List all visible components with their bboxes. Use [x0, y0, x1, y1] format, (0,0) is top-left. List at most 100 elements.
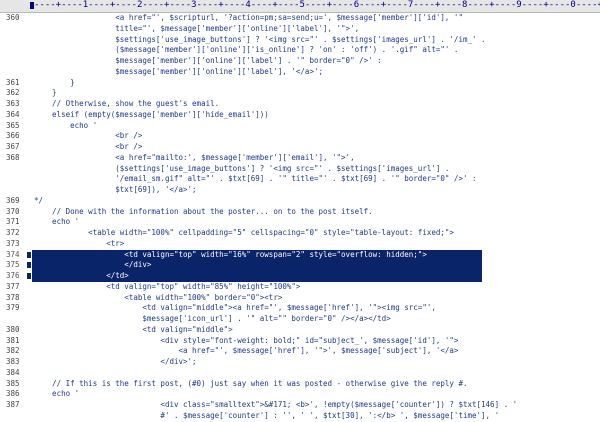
- code-text[interactable]: ($settings['use_image_buttons'] ? '<img …: [34, 164, 449, 175]
- line-number: 380: [6, 324, 20, 334]
- code-line[interactable]: 374 <td valign="top" width="16%" rowspan…: [0, 249, 600, 261]
- line-number: 384: [6, 367, 20, 377]
- code-text[interactable]: */: [34, 196, 43, 207]
- line-number: 360: [6, 13, 20, 22]
- code-text[interactable]: echo ': [34, 121, 97, 132]
- line-number: 361: [6, 77, 20, 87]
- code-text[interactable]: elseif (empty($message['member']['hide_e…: [34, 110, 269, 121]
- line-number: 374: [6, 249, 20, 259]
- code-line[interactable]: 379 <td valign="middle"><a href="', $mes…: [0, 303, 600, 314]
- code-text[interactable]: }: [34, 78, 75, 89]
- code-text[interactable]: '/email_sm.gif" alt="' . $txt[69] . '" t…: [34, 174, 476, 185]
- code-text[interactable]: </td>: [34, 271, 129, 282]
- line-number: 363: [6, 99, 20, 108]
- line-number: 386: [6, 389, 20, 399]
- line-number: 369: [6, 195, 20, 205]
- code-line[interactable]: $message['icon_url'] . '" alt="" border=…: [0, 314, 600, 325]
- code-line[interactable]: 383 </div>';: [0, 357, 600, 368]
- code-text[interactable]: title="', $message['member']['online']['…: [34, 24, 359, 35]
- code-line[interactable]: 380 <td valign="middle">: [0, 325, 600, 336]
- code-line[interactable]: 362 }: [0, 88, 600, 99]
- line-number: 372: [6, 228, 20, 237]
- code-text[interactable]: <br />: [34, 131, 142, 142]
- code-line[interactable]: $message['member']['online']['label'] . …: [0, 56, 600, 67]
- code-line[interactable]: 377 <td valign="top" width="85%" height=…: [0, 282, 600, 293]
- column-ruler: ----+----1----+----2----+----3----+----4…: [0, 0, 600, 13]
- code-text[interactable]: echo ': [34, 389, 79, 400]
- line-number: 378: [6, 292, 20, 302]
- code-text[interactable]: $message['member']['online']['label'], '…: [34, 67, 323, 78]
- code-line[interactable]: 368 <a href="mailto:', $message['member'…: [0, 153, 600, 164]
- code-text[interactable]: <td valign="top" width="16%" rowspan="2"…: [34, 250, 427, 261]
- code-text[interactable]: <a href="', $message['href'], '">', $mes…: [34, 346, 458, 357]
- line-number: 367: [6, 142, 20, 151]
- code-text[interactable]: // Otherwise, show the guest's email.: [34, 99, 219, 110]
- line-number: 385: [6, 378, 20, 388]
- line-number: 377: [6, 281, 20, 291]
- line-number: 362: [6, 88, 20, 98]
- code-line[interactable]: '/email_sm.gif" alt="' . $txt[69] . '" t…: [0, 174, 600, 185]
- code-line[interactable]: 371 echo ': [0, 217, 600, 228]
- code-line[interactable]: 387 <div class="smalltext">&#171; <b>', …: [0, 400, 600, 411]
- code-text[interactable]: // Done with the information about the p…: [34, 207, 373, 218]
- line-number: 370: [6, 206, 20, 216]
- code-text[interactable]: <a href="mailto:', $message['member']['e…: [34, 153, 354, 164]
- code-text[interactable]: <br />: [34, 142, 142, 153]
- code-line[interactable]: 363 // Otherwise, show the guest's email…: [0, 99, 600, 110]
- code-text[interactable]: <div style="font-weight: bold;" id="subj…: [34, 336, 458, 347]
- ruler-scale: ----+----1----+----2----+----3----+----4…: [34, 0, 600, 10]
- code-line[interactable]: 385 // If this is the first post, (#0) j…: [0, 379, 600, 390]
- line-number: 382: [6, 346, 20, 356]
- code-text[interactable]: $txt[69]), '</a>';: [34, 185, 196, 196]
- line-number: 364: [6, 109, 20, 119]
- code-line[interactable]: 361 }: [0, 78, 600, 89]
- code-line[interactable]: 373 <tr>: [0, 239, 600, 250]
- code-line[interactable]: 367 <br />: [0, 142, 600, 153]
- code-line[interactable]: 386 echo ': [0, 389, 600, 400]
- code-line[interactable]: 366 <br />: [0, 131, 600, 142]
- code-text[interactable]: <td valign="middle"><a href="', $message…: [34, 303, 436, 314]
- code-line[interactable]: $txt[69]), '</a>';: [0, 185, 600, 196]
- line-number: 375: [6, 260, 20, 270]
- code-line[interactable]: ($message['member']['online']['is_online…: [0, 45, 600, 56]
- code-text[interactable]: <tr>: [34, 239, 124, 250]
- code-line[interactable]: 372 <table width="100%" cellpadding="5" …: [0, 228, 600, 239]
- code-text[interactable]: $message['member']['online']['label'] . …: [34, 56, 381, 67]
- code-text[interactable]: $message['icon_url'] . '" alt="" border=…: [34, 314, 390, 325]
- code-editor[interactable]: 360 <a href="', $scripturl, '?action=pm;…: [0, 13, 600, 420]
- code-line[interactable]: #' . $message['counter'] : '', ' ', $txt…: [0, 411, 600, 422]
- line-number: 376: [6, 271, 20, 280]
- code-line[interactable]: 381 <div style="font-weight: bold;" id="…: [0, 336, 600, 347]
- code-line[interactable]: 378 <table width="100%" border="0"><tr>: [0, 293, 600, 304]
- code-text[interactable]: </div>: [34, 260, 151, 271]
- line-number: 371: [6, 217, 20, 227]
- code-text[interactable]: #' . $message['counter'] : '', ' ', $txt…: [34, 411, 499, 422]
- code-text[interactable]: echo ': [34, 217, 79, 228]
- code-text[interactable]: $settings['use_image_buttons'] ? '<img s…: [34, 35, 485, 46]
- code-text[interactable]: <table width="100%" cellpadding="5" cell…: [34, 228, 454, 239]
- code-line[interactable]: 382 <a href="', $message['href'], '">', …: [0, 346, 600, 357]
- code-text[interactable]: // If this is the first post, (#0) just …: [34, 379, 467, 390]
- code-line[interactable]: 369 */: [0, 196, 600, 207]
- code-line[interactable]: 376 </td>: [0, 271, 600, 282]
- code-line[interactable]: 384: [0, 368, 600, 379]
- code-line[interactable]: $message['member']['online']['label'], '…: [0, 67, 600, 78]
- code-line[interactable]: 360 <a href="', $scripturl, '?action=pm;…: [0, 13, 600, 24]
- line-number: 379: [6, 303, 20, 313]
- code-text[interactable]: <td valign="top" width="85%" height="100…: [34, 282, 300, 293]
- code-text[interactable]: <table width="100%" border="0"><tr>: [34, 293, 282, 304]
- line-number: 368: [6, 152, 20, 162]
- code-text[interactable]: ($message['member']['online']['is_online…: [34, 45, 458, 56]
- code-text[interactable]: <div class="smalltext">&#171; <b>', !emp…: [34, 400, 517, 411]
- code-text[interactable]: <td valign="middle">: [34, 325, 232, 336]
- code-text[interactable]: </div>';: [34, 357, 196, 368]
- code-line[interactable]: 365 echo ': [0, 121, 600, 132]
- code-line[interactable]: 370 // Done with the information about t…: [0, 207, 600, 218]
- code-text[interactable]: <a href="', $scripturl, '?action=pm;sa=s…: [34, 13, 463, 24]
- code-line[interactable]: 364 elseif (empty($message['member']['hi…: [0, 110, 600, 121]
- code-line[interactable]: title="', $message['member']['online']['…: [0, 24, 600, 35]
- code-line[interactable]: $settings['use_image_buttons'] ? '<img s…: [0, 35, 600, 46]
- code-text[interactable]: }: [34, 88, 57, 99]
- code-line[interactable]: 375 </div>: [0, 260, 600, 271]
- code-line[interactable]: ($settings['use_image_buttons'] ? '<img …: [0, 164, 600, 175]
